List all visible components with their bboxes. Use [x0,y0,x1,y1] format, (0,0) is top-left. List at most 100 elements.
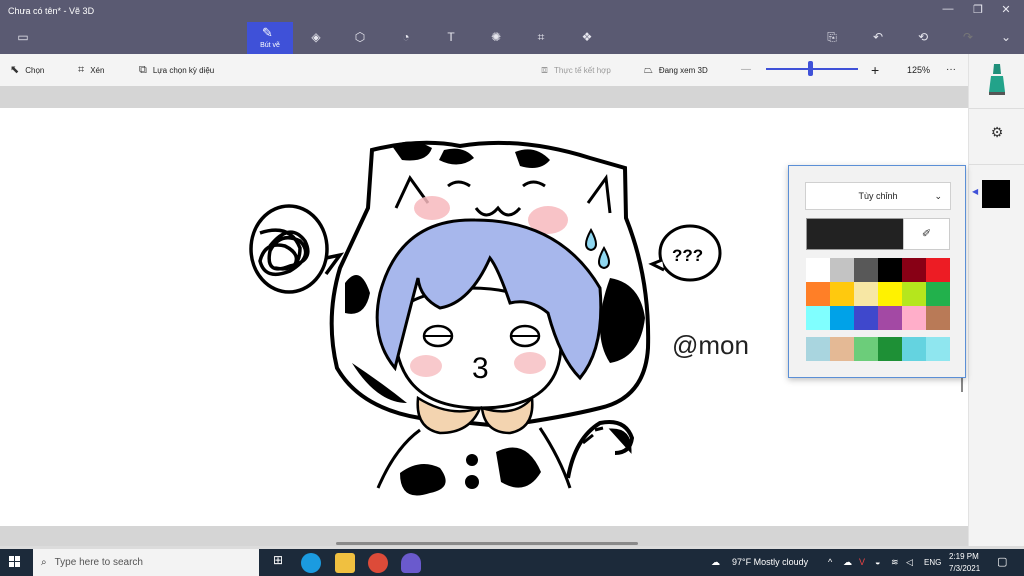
color-mode-dropdown[interactable]: Tùy chỉnh ⌄ [805,182,951,210]
speech-text: ??? [672,246,703,265]
crop-icon: ⌗ [78,64,85,76]
magic-select-button[interactable]: ⧉ Lựa chọn kỳ diệu [139,54,214,86]
zoom-in-button[interactable]: + [871,54,879,86]
color-swatch[interactable] [902,258,926,282]
marker-icon [989,64,1005,95]
minimize-button[interactable]: — [938,3,958,15]
color-picker-flyout: Tùy chỉnh ⌄ ✐ [788,165,966,378]
zoom-slider-thumb[interactable] [808,61,814,76]
taskbar: ⌕ Type here to search ⊞ ☁ 97°F Mostly clo… [0,549,1024,576]
text-icon[interactable]: T [441,30,461,48]
color-swatch[interactable] [830,306,854,330]
windows-start-icon[interactable] [9,556,21,568]
color-swatch[interactable] [806,258,830,282]
color-swatch[interactable] [902,306,926,330]
menu-icon[interactable]: ▭ [13,30,33,48]
color-swatch[interactable] [926,306,950,330]
custom-color-swatch[interactable] [830,337,854,361]
watermark-text: @mon [672,330,749,360]
chevron-down-icon: ⌄ [934,191,942,201]
zoom-level: 125% [907,65,931,75]
settings-sliders-icon[interactable]: ⚙ [969,124,1024,164]
custom-color-swatch[interactable] [854,337,878,361]
current-color-preview[interactable] [806,218,904,250]
chrome-icon[interactable] [368,553,388,573]
mixed-reality-icon: ⧈ [541,64,548,76]
effects-icon[interactable]: ✺ [486,30,506,48]
eyedropper-button[interactable]: ✐ [903,218,950,250]
custom-color-swatch[interactable] [806,337,830,361]
caret-left-icon: ◀ [972,187,979,196]
view-3d-label: Đang xem 3D [658,66,708,75]
color-swatch[interactable] [830,282,854,306]
color-swatch[interactable] [854,258,878,282]
cloud-icon[interactable]: ☁ [843,549,852,576]
close-button[interactable]: ✕ [996,3,1016,16]
window-title: Chưa có tên* - Vẽ 3D [8,6,95,16]
history-icon[interactable]: ⟲ [913,30,933,48]
color-swatch[interactable] [878,306,902,330]
color-swatch[interactable] [854,282,878,306]
network-icon[interactable]: ◒ [875,549,880,576]
color-swatch[interactable] [926,258,950,282]
chevron-up-icon[interactable]: ^ [828,549,832,576]
title-ribbon-bar: Chưa có tên* - Vẽ 3D — ❐ ✕ ▭ ✎ Bút vẽ ◈ … [0,0,1024,54]
marker-tool[interactable] [969,62,1024,102]
3d-library-icon[interactable]: ❖ [577,30,597,48]
maximize-button[interactable]: ❐ [968,3,988,16]
more-options-button[interactable]: ··· [946,54,956,86]
brush-icon: ✎ [262,25,273,40]
task-view-icon[interactable]: ⊞ [268,553,288,573]
tab-brushes[interactable]: ✎ Bút vẽ [247,22,293,54]
wifi-icon[interactable]: ≋ [891,549,899,576]
color-swatch[interactable] [806,282,830,306]
search-icon: ⌕ [41,557,47,568]
language-indicator[interactable]: ENG [924,549,941,576]
color-swatch[interactable] [902,282,926,306]
3d-shapes-icon[interactable]: ⬡ [350,30,370,48]
zoom-out-button[interactable]: — [741,54,751,86]
tab-brushes-label: Bút vẽ [260,42,280,49]
color-swatch[interactable] [854,306,878,330]
crop-button[interactable]: ⌗ Xén [78,54,104,86]
tool-options-bar: ⬉ Chọn ⌗ Xén ⧉ Lựa chọn kỳ diệu ⧈ Thực tế kế… [0,54,968,87]
volume-icon[interactable]: ◁ [906,549,913,576]
2d-shapes-icon[interactable]: ◈ [306,30,326,48]
notification-icon[interactable]: ▢ [997,549,1007,576]
eyedropper-icon: ✐ [921,228,932,240]
custom-color-swatch[interactable] [902,337,926,361]
mixed-reality-button[interactable]: ⧈ Thực tế kết hợp [541,54,611,86]
weather-text[interactable]: 97°F Mostly cloudy [732,549,808,576]
paste-icon[interactable]: ⎘ [822,30,842,48]
side-panel: ⚙ ◀ [968,54,1024,546]
horizontal-scrollbar[interactable] [336,542,638,545]
color-swatch[interactable] [878,282,902,306]
clock-date[interactable]: 7/3/2021 [949,563,980,575]
clock-time[interactable]: 2:19 PM [949,551,979,563]
vivaldi-icon[interactable]: V [859,549,865,576]
view-3d-button[interactable]: ⏢ Đang xem 3D [644,54,708,86]
vertical-scrollbar[interactable] [961,376,963,392]
color-swatch[interactable] [806,306,830,330]
3d-view-icon: ⏢ [644,64,653,76]
scribble-bubble [249,204,345,294]
color-swatch[interactable] [830,258,854,282]
select-button[interactable]: ⬉ Chọn [10,54,44,86]
stickers-icon[interactable]: ◔ [396,30,416,48]
color-swatch[interactable] [878,258,902,282]
file-explorer-icon[interactable] [335,553,355,573]
svg-text:3: 3 [472,352,489,385]
custom-color-swatch[interactable] [926,337,950,361]
undo-icon[interactable]: ↶ [868,30,888,48]
selected-color-swatch[interactable] [982,180,1010,208]
paint-3d-icon[interactable] [401,553,421,573]
canvas-icon[interactable]: ⌗ [531,30,551,48]
tail [566,420,635,479]
edge-icon[interactable] [301,553,321,573]
custom-color-swatch[interactable] [878,337,902,361]
taskbar-search-box[interactable]: ⌕ Type here to search [33,549,259,576]
crop-label: Xén [90,66,105,75]
color-swatch[interactable] [926,282,950,306]
chevron-down-icon[interactable]: ⌄ [996,30,1016,48]
redo-icon[interactable]: ↷ [958,30,978,48]
